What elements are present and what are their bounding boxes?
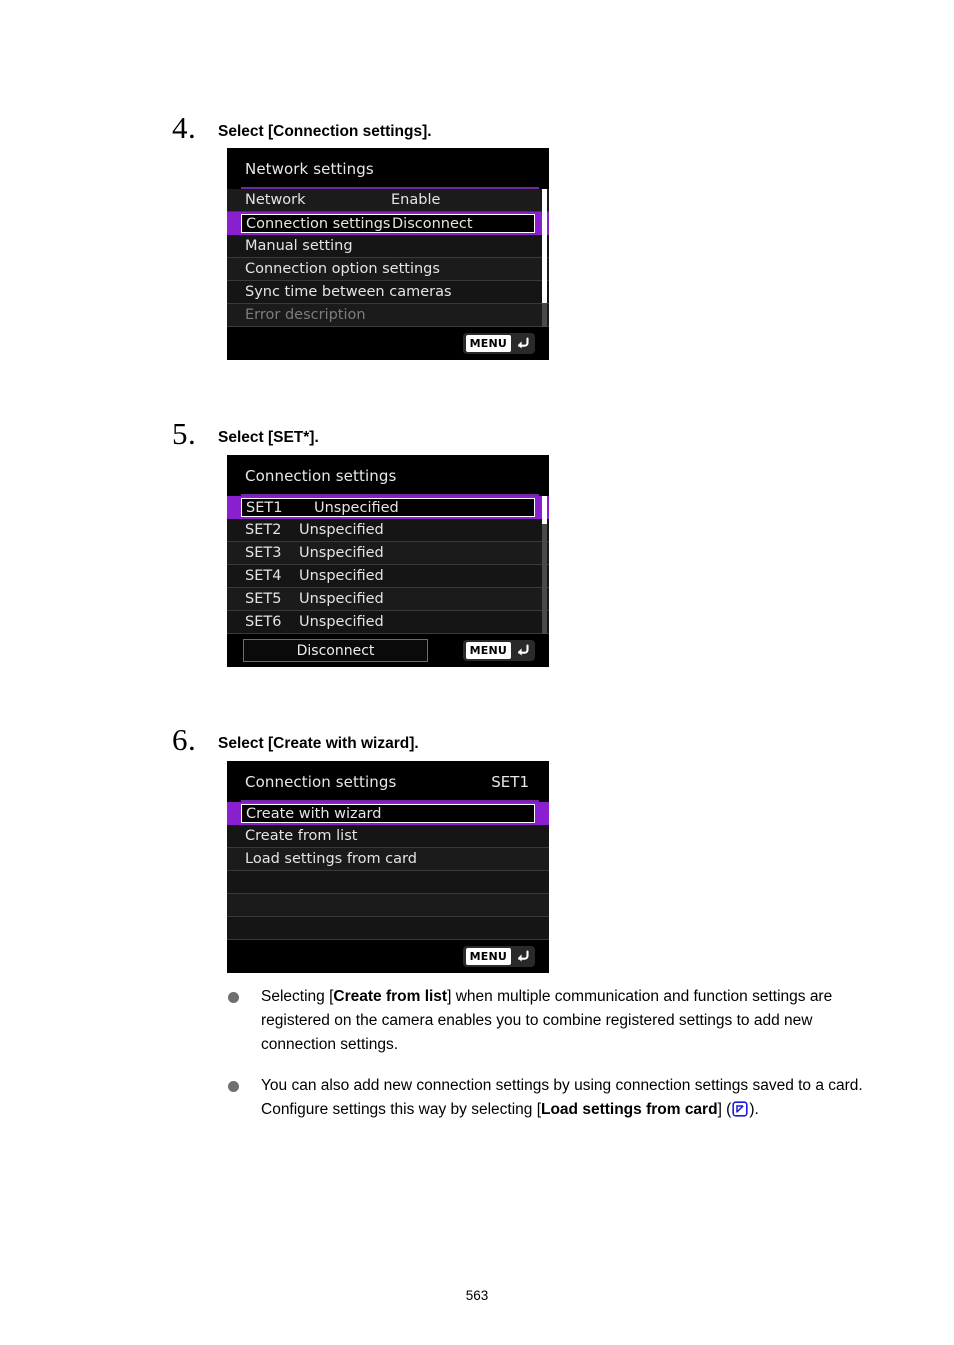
return-arrow-icon: [518, 644, 529, 656]
step-6-number: 6.: [172, 722, 197, 757]
menu-button-label: MENU: [465, 642, 511, 659]
note-item: Selecting [Create from list] when multip…: [228, 985, 888, 1057]
camera-screen-connection-settings-set1: Connection settings SET1 Create with wiz…: [227, 761, 549, 973]
menu-row-create-from-list[interactable]: Create from list: [227, 825, 549, 848]
menu-row-connection-settings[interactable]: Connection settings Disconnect: [227, 212, 549, 235]
menu-row-set2[interactable]: SET2 Unspecified: [227, 519, 549, 542]
screen-footer: MENU: [227, 327, 549, 360]
set-value: Unspecified: [299, 545, 384, 561]
set-name: SET3: [245, 545, 282, 561]
set-name: SET6: [245, 614, 282, 630]
note-text: Selecting [Create from list] when multip…: [261, 988, 833, 1053]
menu-rows: Create with wizard Create from list Load…: [227, 802, 549, 940]
menu-row-set6[interactable]: SET6 Unspecified: [227, 611, 549, 634]
set-value: Unspecified: [299, 568, 384, 584]
menu-row-label: Network: [245, 192, 306, 208]
scrollbar[interactable]: [542, 496, 547, 634]
return-arrow-icon: [518, 950, 529, 962]
return-arrow-icon: [518, 337, 529, 349]
menu-row-label: Load settings from card: [245, 851, 417, 867]
menu-row-label: Connection settings: [246, 215, 391, 232]
set-value: Unspecified: [299, 614, 384, 630]
step-4: 4. Select [Connection settings].: [0, 112, 954, 144]
screen-title-set-label: SET1: [491, 772, 529, 791]
screen-title: Connection settings: [245, 772, 397, 791]
step-6: 6. Select [Create with wizard].: [0, 724, 954, 756]
menu-row-label: Connection option settings: [245, 261, 440, 277]
reference-link-icon[interactable]: [732, 1101, 748, 1117]
menu-rows: Network Enable Connection settings Disco…: [227, 189, 549, 327]
menu-row-value: Enable: [391, 192, 441, 208]
menu-row-set3[interactable]: SET3 Unspecified: [227, 542, 549, 565]
step-5: 5. Select [SET*].: [0, 418, 954, 450]
step-6-heading: 6. Select [Create with wizard].: [0, 724, 954, 756]
set-name: SET1: [246, 499, 283, 516]
screen-title-bar: Network settings: [227, 148, 549, 189]
step-4-title: Select [Connection settings].: [218, 123, 432, 140]
set-name: SET4: [245, 568, 282, 584]
screen-title: Connection settings: [245, 466, 397, 485]
menu-row-create-with-wizard[interactable]: Create with wizard: [227, 802, 549, 825]
menu-row-label: Sync time between cameras: [245, 284, 452, 300]
screen-title-bar: Connection settings: [227, 455, 549, 496]
notes-list: Selecting [Create from list] when multip…: [228, 985, 888, 1139]
menu-row-label: Manual setting: [245, 238, 353, 254]
screen-title-bar: Connection settings SET1: [227, 761, 549, 802]
menu-row-empty: [227, 894, 549, 917]
scrollbar-thumb[interactable]: [542, 189, 547, 303]
menu-row-manual-setting[interactable]: Manual setting: [227, 235, 549, 258]
bullet-icon: [228, 985, 261, 1057]
step-5-number: 5.: [172, 416, 197, 451]
step-4-number: 4.: [172, 110, 197, 145]
menu-row-set1[interactable]: SET1 Unspecified: [227, 496, 549, 519]
menu-button[interactable]: MENU: [462, 946, 535, 967]
menu-row-sync-time[interactable]: Sync time between cameras: [227, 281, 549, 304]
menu-button[interactable]: MENU: [462, 640, 535, 661]
menu-row-set4[interactable]: SET4 Unspecified: [227, 565, 549, 588]
set-value: Unspecified: [314, 499, 399, 516]
menu-row-empty: [227, 917, 549, 940]
menu-row-value: Disconnect: [392, 215, 473, 232]
menu-row-label: Error description: [245, 307, 366, 323]
set-value: Unspecified: [299, 591, 384, 607]
menu-row-error-description: Error description: [227, 304, 549, 327]
screen-footer: MENU: [227, 940, 549, 973]
bullet-icon: [228, 1074, 261, 1122]
menu-rows: SET1 Unspecified SET2 Unspecified SET3 U…: [227, 496, 549, 634]
step-6-title: Select [Create with wizard].: [218, 735, 419, 752]
set-value: Unspecified: [299, 522, 384, 538]
scrollbar[interactable]: [542, 189, 547, 327]
menu-row-empty: [227, 871, 549, 894]
menu-row-label: Create from list: [245, 828, 358, 844]
set-name: SET5: [245, 591, 282, 607]
menu-button-label: MENU: [465, 948, 511, 965]
menu-button-label: MENU: [465, 335, 511, 352]
note-item: You can also add new connection settings…: [228, 1074, 888, 1122]
camera-screen-network-settings: Network settings Network Enable Connecti…: [227, 148, 549, 360]
step-5-title: Select [SET*].: [218, 429, 319, 446]
menu-row-connection-option-settings[interactable]: Connection option settings: [227, 258, 549, 281]
disconnect-button[interactable]: Disconnect: [243, 639, 428, 662]
step-4-heading: 4. Select [Connection settings].: [0, 112, 954, 144]
menu-row-load-settings-from-card[interactable]: Load settings from card: [227, 848, 549, 871]
menu-button[interactable]: MENU: [462, 333, 535, 354]
screen-title: Network settings: [245, 159, 374, 178]
screen-footer: Disconnect MENU: [227, 634, 549, 667]
step-5-heading: 5. Select [SET*].: [0, 418, 954, 450]
menu-row-network[interactable]: Network Enable: [227, 189, 549, 212]
set-name: SET2: [245, 522, 282, 538]
scrollbar-thumb[interactable]: [542, 496, 547, 524]
note-text: You can also add new connection settings…: [261, 1077, 863, 1118]
menu-row-set5[interactable]: SET5 Unspecified: [227, 588, 549, 611]
camera-screen-connection-settings-list: Connection settings SET1 Unspecified SET…: [227, 455, 549, 667]
menu-row-label: Create with wizard: [246, 805, 382, 822]
page-number: 563: [465, 1288, 489, 1303]
